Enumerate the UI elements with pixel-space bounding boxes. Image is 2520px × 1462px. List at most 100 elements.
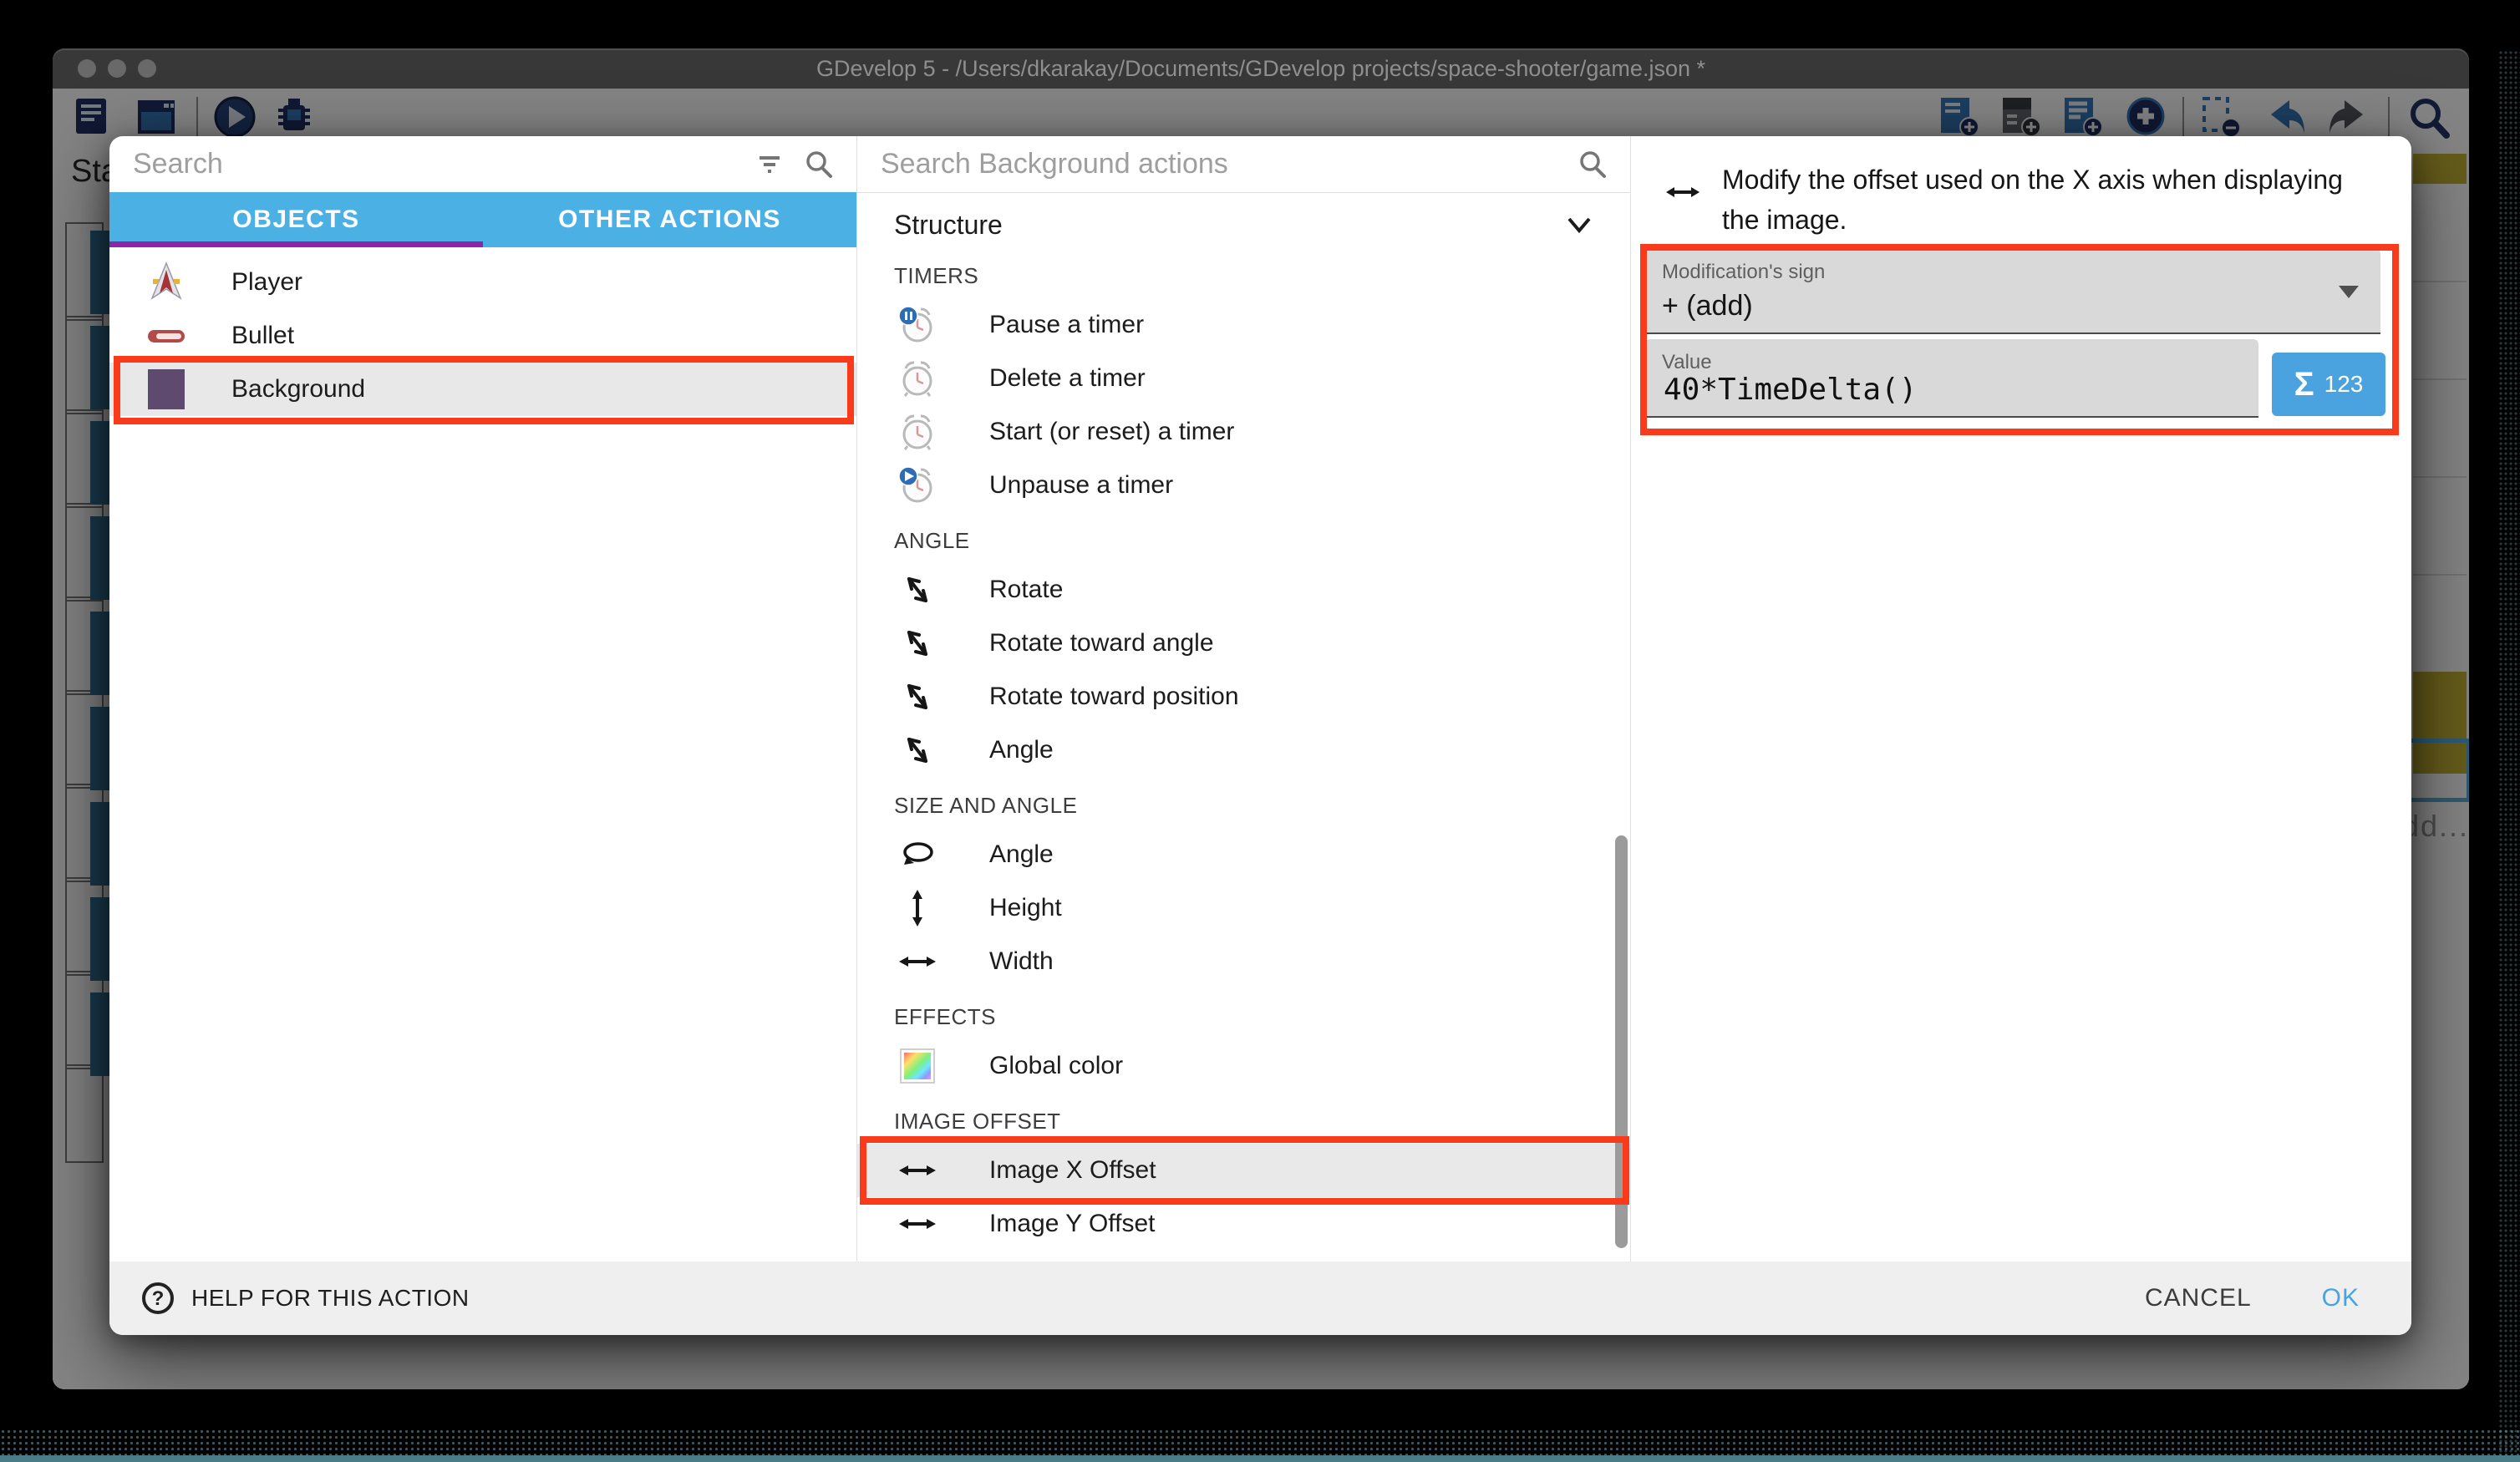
diagonal-arrows-icon [894, 622, 941, 665]
object-label: Bullet [231, 322, 294, 350]
action-parameters: Modification's sign + (add) Value Σ 123 [1640, 244, 2385, 422]
action-label: Global color [989, 1052, 1123, 1080]
svg-text:?: ? [152, 1287, 165, 1310]
bullet-icon [143, 312, 190, 359]
action-item-pause-a-timer[interactable]: Pause a timer [857, 298, 1630, 352]
rotation-ellipse-icon [894, 833, 941, 876]
object-row-background[interactable]: Background [109, 363, 856, 416]
object-label: Background [231, 375, 365, 404]
actions-search-row [857, 136, 1630, 192]
help-icon[interactable]: ? [140, 1280, 176, 1317]
section-title: SIZE AND ANGLE [894, 794, 1630, 818]
action-item-height[interactable]: Height [857, 881, 1630, 935]
action-item-image-x-offset[interactable]: Image X Offset [857, 1144, 1630, 1197]
action-item-rotate-toward-angle[interactable]: Rotate toward angle [857, 617, 1630, 670]
object-row-player[interactable]: Player [109, 256, 856, 309]
action-group-value: Structure [894, 210, 1003, 241]
wallpaper-speckle-band-right [2498, 50, 2520, 1462]
actions-search-input[interactable] [879, 147, 1558, 181]
object-label: Player [231, 268, 302, 297]
action-item-delete-a-timer[interactable]: Delete a timer [857, 352, 1630, 405]
action-label: Start (or reset) a timer [989, 418, 1234, 446]
objects-tabs: OBJECTS OTHER ACTIONS [109, 192, 856, 247]
objects-list: Player Bullet Background [109, 247, 856, 416]
horizontal-arrows-icon [1664, 173, 1702, 240]
action-label: Image X Offset [989, 1156, 1156, 1185]
action-group-selector[interactable]: Structure [857, 193, 1630, 257]
action-label: Width [989, 947, 1054, 976]
action-item-rotate-toward-position[interactable]: Rotate toward position [857, 670, 1630, 723]
modification-sign-dropdown[interactable]: Modification's sign + (add) [1645, 249, 2380, 334]
objects-panel: OBJECTS OTHER ACTIONS Player Bullet [109, 136, 856, 1261]
tab-objects[interactable]: OBJECTS [109, 192, 483, 247]
action-label: Delete a timer [989, 364, 1146, 393]
filter-icon[interactable] [754, 150, 785, 180]
action-label: Rotate toward position [989, 683, 1239, 711]
actions-scrollbar-thumb[interactable] [1615, 835, 1628, 1248]
timer-pause-icon [894, 303, 941, 347]
vertical-arrows-icon [894, 886, 941, 930]
action-label: Height [989, 894, 1062, 922]
search-icon [1577, 149, 1608, 180]
chevron-down-icon [1565, 215, 1593, 236]
section-title: TIMERS [894, 264, 1630, 288]
action-label: Rotate toward angle [989, 629, 1214, 657]
action-item-start-or-reset-a-timer[interactable]: Start (or reset) a timer [857, 405, 1630, 459]
action-description: Modify the offset used on the X axis whe… [1722, 160, 2378, 240]
action-label: Angle [989, 840, 1054, 869]
wallpaper-speckle-band [0, 1429, 2520, 1455]
action-item-rotate[interactable]: Rotate [857, 563, 1630, 617]
window-title: GDevelop 5 - /Users/dkarakay/Documents/G… [53, 48, 2469, 89]
action-label: Angle [989, 736, 1054, 764]
horizontal-arrows-icon [894, 940, 941, 983]
wallpaper-bottom-strip [0, 1455, 2520, 1462]
action-item-unpause-a-timer[interactable]: Unpause a timer [857, 459, 1630, 512]
timer-play-icon [894, 464, 941, 507]
actions-list: TIMERS Pause a timer [857, 264, 1630, 1251]
section-title: IMAGE OFFSET [894, 1109, 1630, 1134]
value-field: Value [1645, 339, 2258, 418]
help-for-this-action-button[interactable]: HELP FOR THIS ACTION [191, 1285, 470, 1312]
player-ship-icon [143, 259, 190, 306]
modification-sign-value: + (add) [1662, 290, 1753, 322]
field-label: Modification's sign [1662, 261, 1825, 284]
value-expression-input[interactable] [1662, 372, 2233, 408]
timer-icon [894, 410, 941, 454]
action-item-width[interactable]: Width [857, 935, 1630, 988]
tab-other-actions[interactable]: OTHER ACTIONS [483, 192, 856, 247]
diagonal-arrows-icon [894, 675, 941, 718]
desktop-background: GDevelop 5 - /Users/dkarakay/Documents/G… [0, 0, 2520, 1462]
expression-builder-button[interactable]: Σ 123 [2272, 353, 2385, 416]
horizontal-arrows-icon [894, 1202, 941, 1246]
action-label: Unpause a timer [989, 471, 1173, 500]
background-sprite-icon [143, 366, 190, 413]
diagonal-arrows-icon [894, 568, 941, 612]
action-item-angle-size[interactable]: Angle [857, 828, 1630, 881]
objects-search-row [109, 136, 856, 192]
active-tab-indicator [109, 241, 483, 247]
section-title: EFFECTS [894, 1005, 1630, 1029]
objects-search-input[interactable] [131, 147, 736, 181]
window-titlebar: GDevelop 5 - /Users/dkarakay/Documents/G… [53, 48, 2469, 89]
sigma-icon: Σ [2294, 366, 2314, 404]
action-label: Image Y Offset [989, 1210, 1155, 1238]
action-item-image-y-offset[interactable]: Image Y Offset [857, 1197, 1630, 1251]
action-label: Pause a timer [989, 311, 1144, 339]
search-icon [803, 149, 835, 180]
action-description-block: Modify the offset used on the X axis whe… [1630, 136, 2411, 240]
action-editor-dialog: OBJECTS OTHER ACTIONS Player Bullet [109, 136, 2411, 1335]
dropdown-caret-icon [2339, 286, 2359, 298]
section-title: ANGLE [894, 529, 1630, 553]
color-gradient-icon [894, 1044, 941, 1088]
expression-button-label: 123 [2324, 371, 2364, 398]
timer-icon [894, 357, 941, 400]
dialog-footer: ? HELP FOR THIS ACTION CANCEL OK [109, 1261, 2411, 1335]
object-row-bullet[interactable]: Bullet [109, 309, 856, 363]
diagonal-arrows-icon [894, 728, 941, 772]
action-item-global-color[interactable]: Global color [857, 1039, 1630, 1093]
horizontal-arrows-icon [894, 1149, 941, 1192]
cancel-button[interactable]: CANCEL [2145, 1284, 2252, 1312]
action-item-angle[interactable]: Angle [857, 723, 1630, 777]
ok-button[interactable]: OK [2322, 1284, 2360, 1312]
field-label: Value [1662, 351, 1712, 374]
